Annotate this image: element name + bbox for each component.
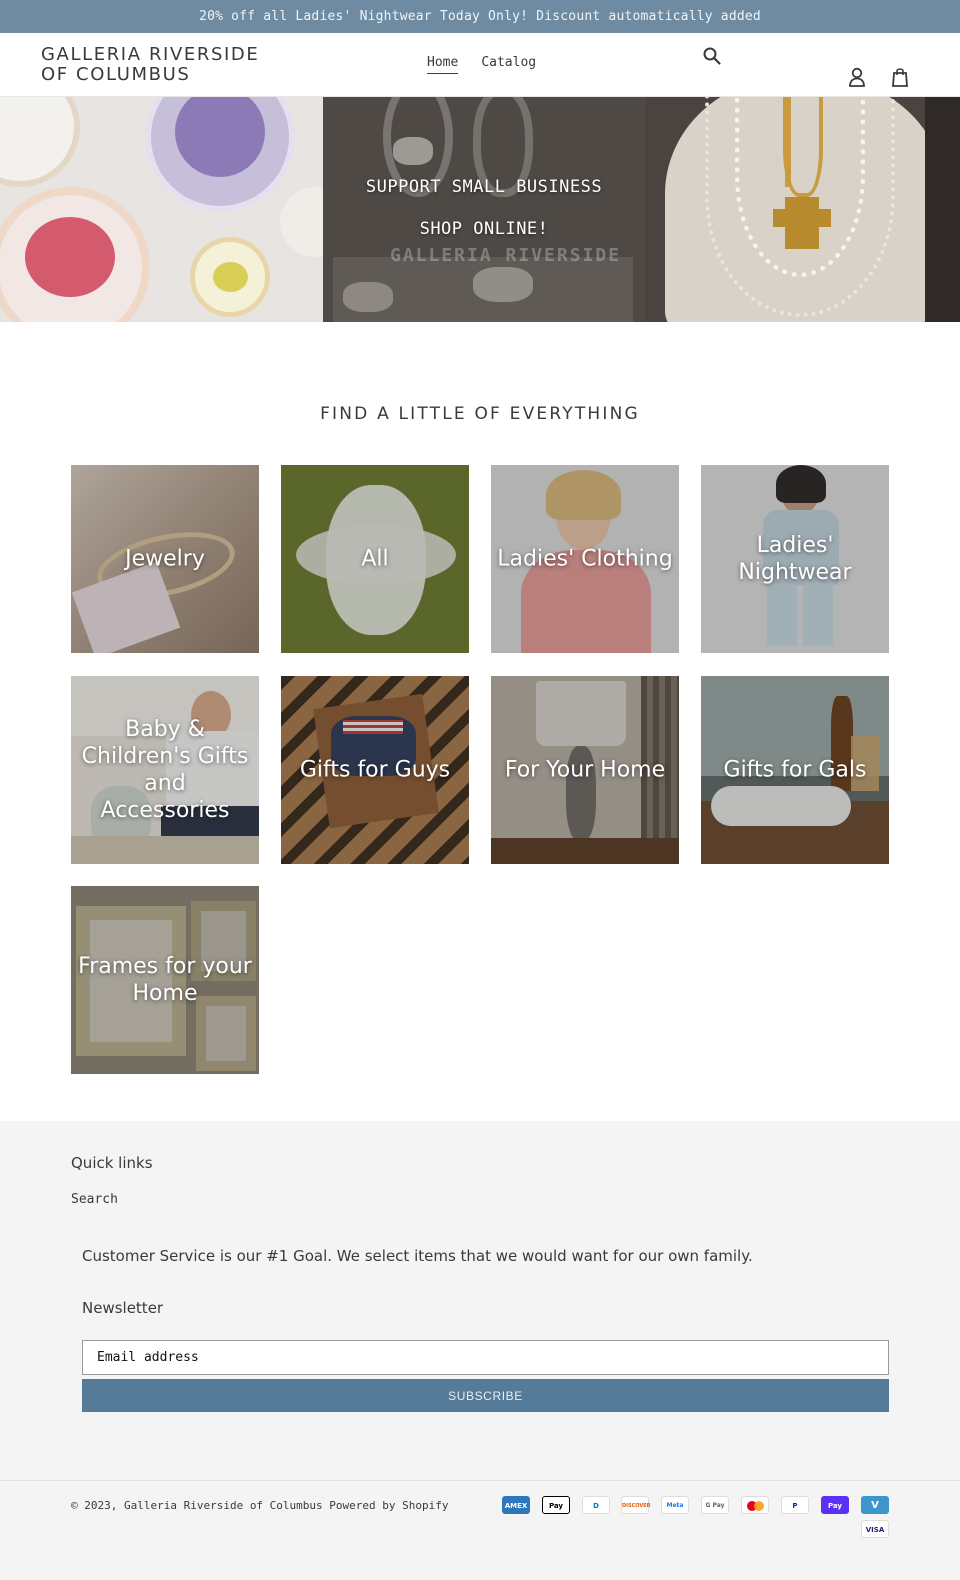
copyright-year: © 2023, [71,1499,118,1512]
copyright: © 2023, Galleria Riverside of Columbus P… [71,1499,449,1512]
collection-all[interactable]: All [281,465,469,653]
collection-label: Gifts for Gals [723,757,867,783]
hero-watermark: GALLERIA RIVERSIDE [390,245,622,266]
logo-line-2: OF COLUMBUS [41,64,191,85]
google-pay-icon: G Pay [701,1496,729,1514]
visa-icon: VISA [861,1520,889,1538]
footer-divider [0,1480,960,1481]
newsletter-heading: Newsletter [82,1299,164,1317]
paypal-icon: P [781,1496,809,1514]
site-logo[interactable]: GALLERIA RIVERSIDE OF COLUMBUS [41,45,301,85]
store-link[interactable]: Galleria Riverside of Columbus [124,1499,323,1512]
collection-ladies-clothing[interactable]: Ladies' Clothing [491,465,679,653]
collection-label: Frames for your Home [78,954,252,1006]
collection-frames-for-your-home[interactable]: Frames for your Home [71,886,259,1074]
collection-label: Ladies' Nightwear [738,533,852,585]
collection-label: Jewelry [125,546,205,572]
quick-links-heading: Quick links [71,1154,153,1172]
collection-gifts-for-gals[interactable]: Gifts for Gals [701,676,889,864]
hero-subheading: SHOP ONLINE! [419,219,549,239]
logo-line-1: GALLERIA RIVERSIDE [41,44,260,65]
hero-banner: GALLERIA RIVERSIDE SUPPORT SMALL BUSINES… [0,97,960,322]
venmo-icon: V [861,1496,889,1514]
main-nav: Home Catalog [427,55,536,74]
nav-home[interactable]: Home [427,55,459,74]
diners-club-icon: D [582,1496,610,1514]
collections-title: FIND A LITTLE OF EVERYTHING [320,404,640,424]
shop-pay-icon: Pay [821,1496,849,1514]
footer-tagline: Customer Service is our #1 Goal. We sele… [82,1247,753,1265]
hero-image-necklaces [645,97,960,322]
collection-label: Ladies' Clothing [497,546,673,572]
meta-pay-icon: Meta [661,1496,689,1514]
collection-label: For Your Home [504,757,666,783]
amex-icon: AMEX [502,1496,530,1514]
collection-label: Gifts for Guys [299,757,451,783]
collection-baby-childrens[interactable]: Baby & Children's Gifts and Accessories [71,676,259,864]
mastercard-icon [741,1496,769,1514]
powered-by-shopify-link[interactable]: Powered by Shopify [329,1499,448,1512]
nav-catalog[interactable]: Catalog [481,55,536,74]
collection-jewelry[interactable]: Jewelry [71,465,259,653]
hero-overlay [323,97,645,322]
subscribe-button[interactable]: SUBSCRIBE [82,1379,889,1412]
site-header: GALLERIA RIVERSIDE OF COLUMBUS Home Cata… [0,33,960,97]
footer-link-search[interactable]: Search [71,1192,118,1207]
collection-for-your-home[interactable]: For Your Home [491,676,679,864]
collection-label: All [361,546,389,572]
apple-pay-icon: Pay [542,1496,570,1514]
discover-icon: DISCOVER [621,1496,651,1514]
hero-image-plates [0,97,350,322]
hero-heading: SUPPORT SMALL BUSINESS [365,177,603,197]
newsletter-email-input[interactable] [82,1340,889,1375]
announcement-bar: 20% off all Ladies' Nightwear Today Only… [0,0,960,33]
collection-ladies-nightwear[interactable]: Ladies' Nightwear [701,465,889,653]
cart-icon[interactable] [890,66,910,88]
collection-label: Baby & Children's Gifts and Accessories [81,717,249,823]
account-icon[interactable] [847,66,867,88]
search-icon[interactable] [702,46,722,66]
collection-gifts-for-guys[interactable]: Gifts for Guys [281,676,469,864]
